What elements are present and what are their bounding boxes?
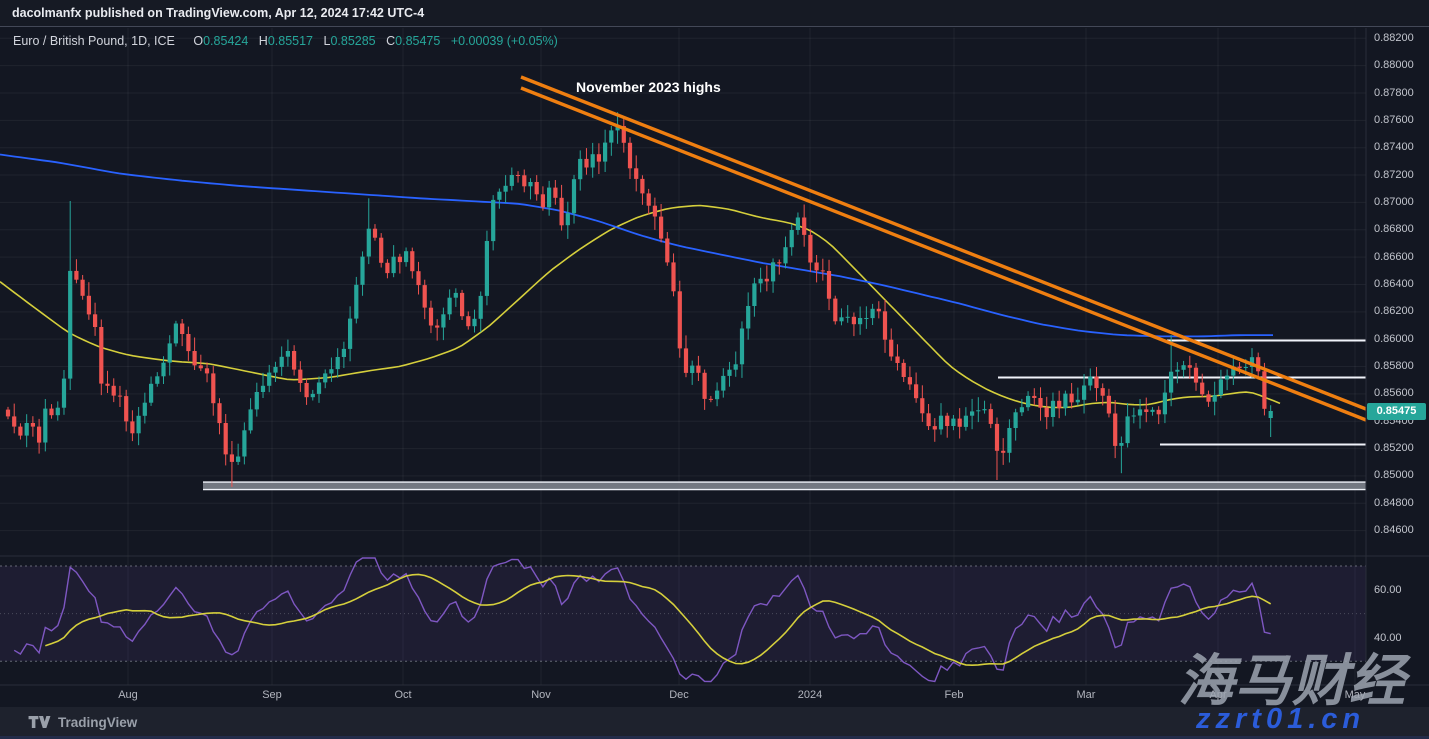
low-value: 0.85285 <box>330 34 375 48</box>
candles-group <box>6 112 1273 487</box>
price-tick-label: 0.87800 <box>1374 87 1414 99</box>
price-tick-label: 0.85600 <box>1374 387 1414 399</box>
trendline-annotation[interactable]: November 2023 highs <box>576 79 721 95</box>
price-tick-label: 0.85800 <box>1374 360 1414 372</box>
symbol-title[interactable]: Euro / British Pound, 1D, ICE <box>13 34 175 48</box>
watermark-url: zzrt01.cn <box>1196 703 1365 736</box>
rsi-tick-label: 60.00 <box>1374 584 1402 596</box>
time-tick-label: Dec <box>669 689 689 701</box>
high-value: 0.85517 <box>268 34 313 48</box>
price-tick-label: 0.86800 <box>1374 223 1414 235</box>
change-value: +0.00039 (+0.05%) <box>451 34 558 48</box>
time-tick-label: Oct <box>394 689 411 701</box>
open-value: 0.85424 <box>203 34 248 48</box>
price-tick-label: 0.86200 <box>1374 305 1414 317</box>
tradingview-brand-text: TradingView <box>58 715 137 730</box>
publisher-bar: dacolmanfx published on TradingView.com,… <box>0 0 1429 27</box>
trendline-lower[interactable] <box>521 88 1366 420</box>
tradingview-chart-page: { "publisher_bar": {"text": "dacolmanfx … <box>0 0 1429 739</box>
price-tick-label: 0.87200 <box>1374 169 1414 181</box>
price-tick-label: 0.86600 <box>1374 251 1414 263</box>
time-tick-label: 2024 <box>798 689 822 701</box>
time-tick-label: Mar <box>1077 689 1096 701</box>
publisher-text: dacolmanfx published on TradingView.com,… <box>12 6 424 20</box>
high-label: H <box>259 34 268 48</box>
tradingview-logo-icon <box>28 714 51 730</box>
symbol-legend[interactable]: Euro / British Pound, 1D, ICE O0.85424 H… <box>13 34 558 48</box>
open-label: O <box>193 34 203 48</box>
current-price-label: 0.85475 <box>1367 403 1426 420</box>
price-tick-label: 0.87600 <box>1374 114 1414 126</box>
chart-canvas[interactable] <box>0 0 1429 739</box>
tradingview-brand[interactable]: TradingView <box>28 714 137 730</box>
price-tick-label: 0.87400 <box>1374 141 1414 153</box>
price-tick-label: 0.88200 <box>1374 32 1414 44</box>
price-tick-label: 0.86400 <box>1374 278 1414 290</box>
price-tick-label: 0.84600 <box>1374 524 1414 536</box>
close-label: C <box>386 34 395 48</box>
price-tick-label: 0.87000 <box>1374 196 1414 208</box>
time-tick-label: Aug <box>118 689 138 701</box>
time-tick-label: Nov <box>531 689 551 701</box>
price-tick-label: 0.84800 <box>1374 497 1414 509</box>
price-tick-label: 0.85200 <box>1374 442 1414 454</box>
price-tick-label: 0.85000 <box>1374 469 1414 481</box>
price-tick-label: 0.86000 <box>1374 333 1414 345</box>
price-tick-label: 0.88000 <box>1374 59 1414 71</box>
close-value: 0.85475 <box>395 34 440 48</box>
time-tick-label: Sep <box>262 689 282 701</box>
time-tick-label: Feb <box>945 689 964 701</box>
support-zone-band <box>203 482 1366 490</box>
